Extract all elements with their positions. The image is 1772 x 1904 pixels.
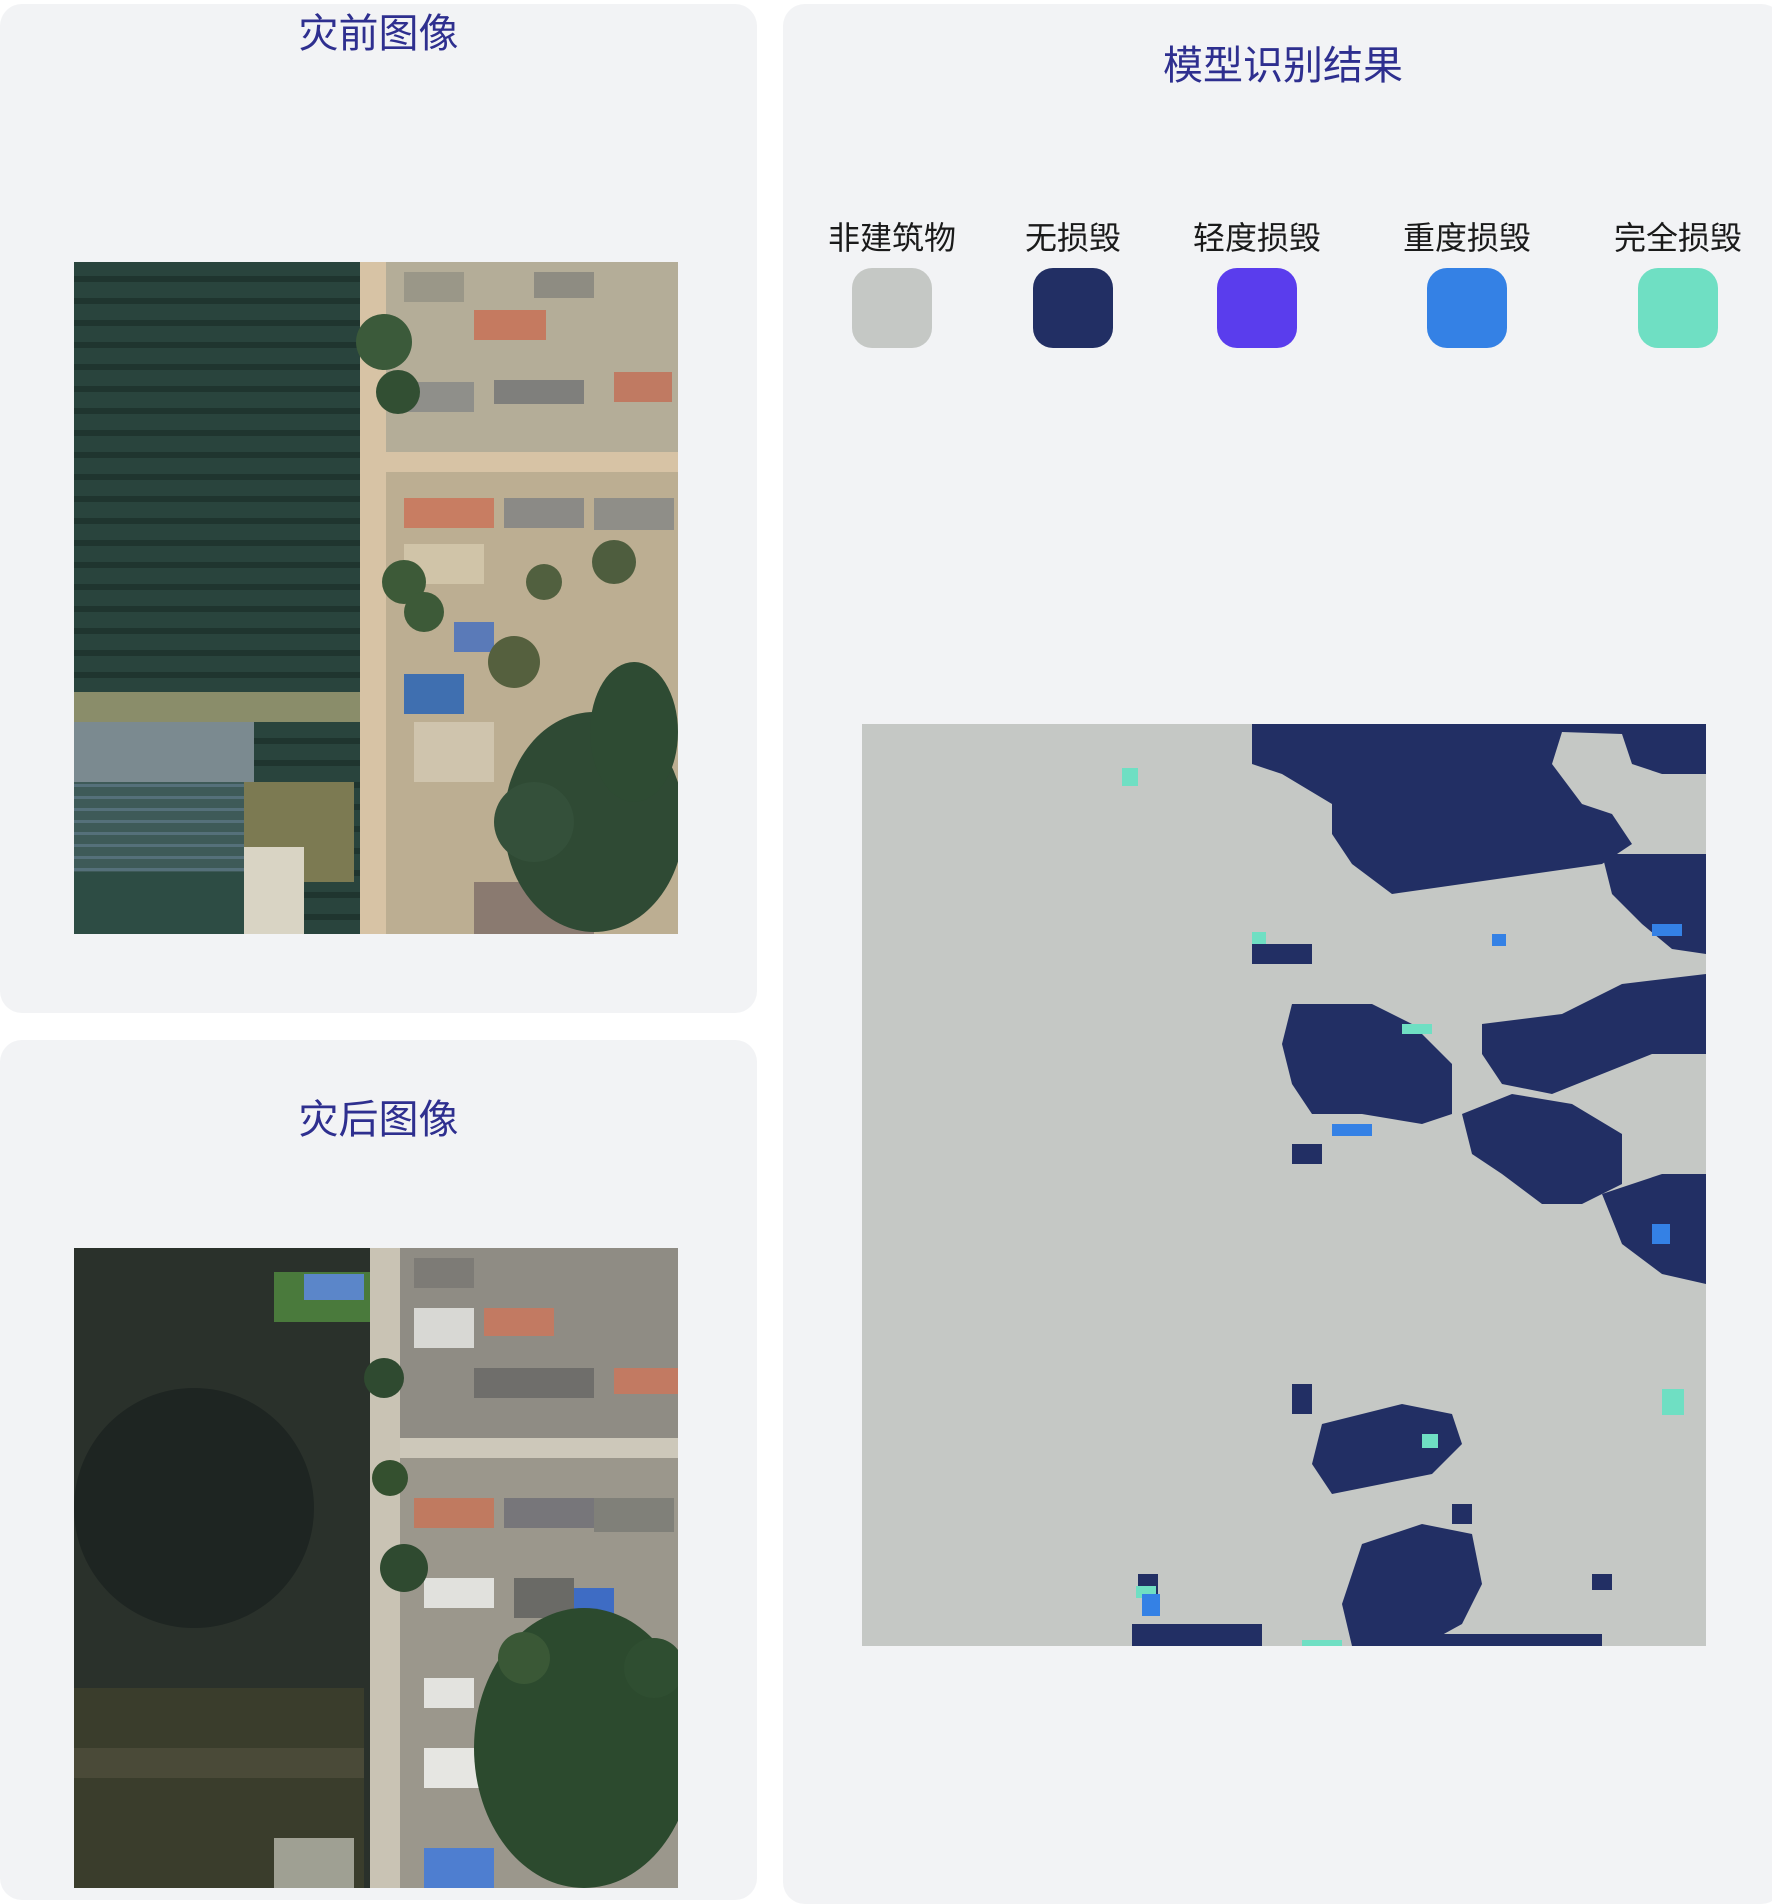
legend-label: 无损毁 (1024, 219, 1121, 257)
legend-swatch-non-building (852, 268, 932, 348)
post-disaster-image (74, 1248, 678, 1888)
damage-segmentation-map (862, 724, 1706, 1646)
damage-legend: 非建筑物 无损毁 轻度损毁 重度损毁 完全损毁 (783, 218, 1772, 358)
legend-swatch-minor-damage (1217, 268, 1297, 348)
legend-item-no-damage: 无损毁 (1003, 218, 1143, 348)
legend-label: 重度损毁 (1402, 219, 1531, 257)
post-disaster-title: 灾后图像 (298, 1097, 459, 1143)
legend-item-non-building: 非建筑物 (822, 218, 962, 348)
legend-swatch-no-damage (1033, 268, 1113, 348)
model-result-panel: 模型识别结果 非建筑物 无损毁 轻度损毁 重度损毁 完全损毁 (783, 4, 1772, 1904)
model-result-title: 模型识别结果 (1163, 43, 1403, 89)
legend-item-major-damage: 重度损毁 (1397, 218, 1537, 348)
legend-item-minor-damage: 轻度损毁 (1187, 218, 1327, 348)
legend-label: 轻度损毁 (1192, 219, 1321, 257)
legend-swatch-major-damage (1427, 268, 1507, 348)
legend-label: 非建筑物 (827, 219, 956, 257)
pre-disaster-image (74, 262, 678, 934)
legend-swatch-destroyed (1638, 268, 1718, 348)
post-disaster-panel: 灾后图像 (0, 1040, 757, 1900)
legend-item-destroyed: 完全损毁 (1608, 218, 1748, 348)
pre-disaster-panel: 灾前图像 (0, 4, 757, 1013)
pre-disaster-title: 灾前图像 (298, 11, 459, 57)
legend-label: 完全损毁 (1613, 219, 1742, 257)
